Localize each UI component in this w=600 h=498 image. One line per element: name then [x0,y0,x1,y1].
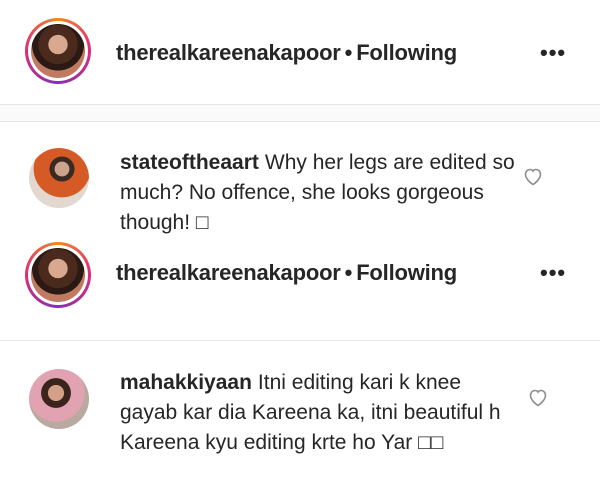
comment-username[interactable]: stateoftheaart [120,151,259,174]
post-panel-2: therealkareenakapoor • Following ••• mahak… [0,242,600,498]
author-username[interactable]: therealkareenakapoor [116,40,341,65]
more-options-icon[interactable]: ••• [540,260,566,286]
author-avatar[interactable] [25,242,91,308]
post-header: therealkareenakapoor • Following ••• [0,0,600,104]
author-username[interactable]: therealkareenakapoor [116,260,341,285]
following-button[interactable]: Following [356,40,457,65]
following-button[interactable]: Following [356,260,457,285]
author-header-text: therealkareenakapoor • Following [116,40,457,66]
section-gap [0,105,600,121]
author-header-text: therealkareenakapoor • Following [116,260,457,286]
comment-body: stateoftheaart Why her legs are edited so… [120,148,515,238]
comment-username[interactable]: mahakkiyaan [120,371,252,394]
avatar-image [31,24,85,78]
header-divider [0,340,600,341]
commenter-avatar[interactable] [29,369,89,429]
heart-outline-icon[interactable] [526,385,550,409]
author-avatar[interactable] [25,18,91,84]
post-panel-1: therealkareenakapoor • Following ••• state… [0,0,600,248]
commenter-avatar[interactable] [29,148,89,208]
comment-divider [0,121,600,122]
avatar-image [31,248,85,302]
more-options-icon[interactable]: ••• [540,40,566,66]
separator-dot: • [344,40,353,65]
post-header: therealkareenakapoor • Following ••• [0,242,600,352]
comment-body: mahakkiyaan Itni editing kari k knee gaya… [120,368,515,458]
heart-outline-icon[interactable] [521,164,545,188]
separator-dot: • [344,260,353,285]
